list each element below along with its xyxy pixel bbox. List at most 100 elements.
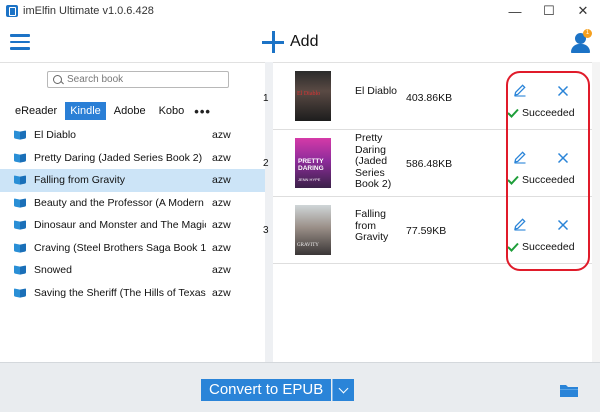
conversion-title: Falling from Gravity <box>355 208 389 243</box>
search-icon <box>53 75 62 84</box>
book-icon <box>14 243 27 253</box>
book-title: Saving the Sheriff (The Hills of Texas B… <box>34 286 206 299</box>
book-title: El Diablo <box>34 129 77 142</box>
user-icon-body <box>571 44 590 53</box>
status-badge: Succeeded <box>507 107 575 119</box>
check-icon <box>507 108 519 118</box>
cover-title: GRAVITY <box>297 243 319 248</box>
file-size: 77.59KB <box>406 225 447 237</box>
edit-icon[interactable] <box>513 150 527 164</box>
book-list: El Diablo azw Pretty Daring (Jaded Serie… <box>0 124 265 304</box>
remove-icon[interactable] <box>557 219 569 231</box>
book-title: Craving (Steel Brothers Saga Book 1) <box>34 241 206 254</box>
add-button[interactable]: Add <box>262 29 318 55</box>
conversion-row: 3 GRAVITY Falling from Gravity 77.59KB S… <box>263 197 592 264</box>
app-logo-icon <box>6 5 18 17</box>
scrollbar[interactable] <box>592 62 600 362</box>
file-size: 403.86KB <box>406 92 453 104</box>
row-index: 3 <box>263 225 269 236</box>
book-icon <box>14 220 27 230</box>
add-button-label: Add <box>290 33 319 50</box>
folder-icon[interactable] <box>559 383 579 398</box>
status-text: Succeeded <box>522 174 575 186</box>
book-format: azw <box>212 264 231 277</box>
cover-title: PRETTY DARING <box>298 158 324 172</box>
book-title: Dinosaur and Monster and The Magic ... <box>34 219 206 232</box>
search-input[interactable] <box>67 74 217 85</box>
app-toolbar: Add 1 <box>0 22 600 62</box>
remove-icon[interactable] <box>557 85 569 97</box>
format-dropdown-chevron-down-icon[interactable] <box>332 379 355 401</box>
status-text: Succeeded <box>522 241 575 253</box>
user-account-button[interactable]: 1 <box>568 29 592 55</box>
book-title: Falling from Gravity <box>34 174 126 187</box>
book-format: azw <box>212 241 231 254</box>
tab-adobe[interactable]: Adobe <box>109 102 151 120</box>
cover-author: JENN HYPE <box>298 177 321 182</box>
list-item[interactable]: Beauty and the Professor (A Modern F... … <box>0 192 265 215</box>
list-item[interactable]: Pretty Daring (Jaded Series Book 2) azw <box>0 147 265 170</box>
plus-icon <box>262 31 284 53</box>
remove-icon[interactable] <box>557 152 569 164</box>
close-window-button[interactable]: ✕ <box>566 0 600 22</box>
minimize-button[interactable]: — <box>498 0 532 22</box>
book-icon <box>14 265 27 275</box>
cover-title: El Diablo <box>297 91 321 97</box>
list-item[interactable]: Dinosaur and Monster and The Magic ... a… <box>0 214 265 237</box>
book-title: Beauty and the Professor (A Modern F... <box>34 196 206 209</box>
conversion-row: 1 El Diablo El Diablo 403.86KB Succeeded <box>263 63 592 130</box>
book-icon <box>14 130 27 140</box>
conversion-title: El Diablo <box>355 85 398 97</box>
source-tabs: eReader Kindle Adobe Kobo ••• <box>10 101 211 121</box>
book-icon <box>14 288 27 298</box>
book-icon <box>14 175 27 185</box>
status-text: Succeeded <box>522 107 575 119</box>
library-panel: eReader Kindle Adobe Kobo ••• El Diablo … <box>0 62 265 362</box>
bottom-bar: Convert to EPUB <box>0 362 600 412</box>
panel-splitter[interactable] <box>265 62 273 362</box>
conversion-title: Pretty Daring (Jaded Series Book 2) <box>355 132 392 190</box>
status-badge: Succeeded <box>507 241 575 253</box>
convert-button[interactable]: Convert to EPUB <box>201 379 332 401</box>
book-format: azw <box>212 129 231 142</box>
book-format: azw <box>212 286 231 299</box>
list-item[interactable]: El Diablo azw <box>0 124 265 147</box>
book-cover: GRAVITY <box>295 205 331 255</box>
book-format: azw <box>212 196 231 209</box>
conversion-row: 2 PRETTY DARING JENN HYPE Pretty Daring … <box>263 130 592 197</box>
row-index: 2 <box>263 158 269 169</box>
book-cover: PRETTY DARING JENN HYPE <box>295 138 331 188</box>
book-title: Pretty Daring (Jaded Series Book 2) <box>34 151 203 164</box>
list-item[interactable]: Craving (Steel Brothers Saga Book 1) azw <box>0 237 265 260</box>
search-box[interactable] <box>47 71 229 88</box>
file-size: 586.48KB <box>406 158 453 170</box>
maximize-button[interactable]: ☐ <box>532 0 566 22</box>
edit-icon[interactable] <box>513 83 527 97</box>
window-title: imElfin Ultimate v1.0.6.428 <box>23 5 154 17</box>
status-badge: Succeeded <box>507 174 575 186</box>
list-item-selected[interactable]: Falling from Gravity azw <box>0 169 265 192</box>
notification-badge: 1 <box>583 29 592 38</box>
window-titlebar: imElfin Ultimate v1.0.6.428 — ☐ ✕ <box>0 0 600 22</box>
tab-ereader[interactable]: eReader <box>10 102 62 120</box>
book-title: Snowed <box>34 264 72 277</box>
more-tabs-button[interactable]: ••• <box>194 104 211 119</box>
tab-kobo[interactable]: Kobo <box>154 102 190 120</box>
book-icon <box>14 198 27 208</box>
book-format: azw <box>212 219 231 232</box>
check-icon <box>507 175 519 185</box>
edit-icon[interactable] <box>513 217 527 231</box>
row-index: 1 <box>263 93 269 104</box>
tab-kindle[interactable]: Kindle <box>65 102 106 120</box>
window-controls: — ☐ ✕ <box>498 0 600 22</box>
list-item[interactable]: Saving the Sheriff (The Hills of Texas B… <box>0 282 265 305</box>
check-icon <box>507 242 519 252</box>
conversion-panel: 1 El Diablo El Diablo 403.86KB Succeeded… <box>263 62 592 362</box>
book-cover: El Diablo <box>295 71 331 121</box>
menu-icon[interactable] <box>10 34 30 50</box>
convert-button-group: Convert to EPUB <box>201 379 355 401</box>
book-icon <box>14 153 27 163</box>
book-format: azw <box>212 151 231 164</box>
list-item[interactable]: Snowed azw <box>0 259 265 282</box>
book-format: azw <box>212 174 231 187</box>
